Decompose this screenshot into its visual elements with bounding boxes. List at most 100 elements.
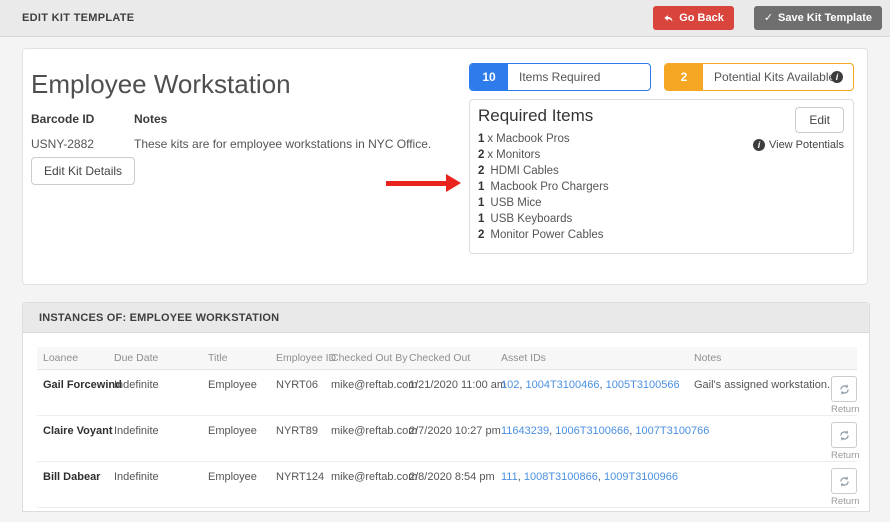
- notes-value: These kits are for employee workstations…: [134, 137, 432, 151]
- items-required-box[interactable]: 10 Items Required: [469, 63, 651, 91]
- instances-table: Loanee Due Date Title Employee ID Checked Ou…: [37, 347, 860, 508]
- return-label: Return: [831, 450, 860, 461]
- item-qty: 2: [478, 149, 485, 161]
- instances-panel: INSTANCES OF: EMPLOYEE WORKSTATION Loane…: [22, 302, 870, 512]
- cell-asset-ids: 102, 1004T3100466, 1005T3100566: [495, 369, 688, 416]
- return-button[interactable]: [831, 422, 857, 448]
- cell-due-date: Indefinite: [108, 461, 202, 508]
- potential-kits-box[interactable]: 2 Potential Kits Available i: [664, 63, 854, 91]
- cell-notes: Gail's assigned workstation.: [688, 369, 831, 416]
- cell-notes: [688, 461, 831, 508]
- cell-title: Employee: [202, 461, 270, 508]
- asset-id-link[interactable]: 1004T3100466: [525, 379, 599, 391]
- table-row: Bill Dabear Indefinite Employee NYRT124 …: [37, 461, 860, 508]
- edit-required-items-button[interactable]: Edit: [795, 107, 844, 133]
- table-row: Claire Voyant Indefinite Employee NYRT89…: [37, 415, 860, 462]
- required-items-panel: Required Items Edit i View Potentials 1x…: [469, 99, 854, 254]
- return-sync-icon: [838, 475, 851, 488]
- cell-actions: Return: [831, 415, 860, 462]
- required-item: 2 HDMI Cables: [478, 163, 609, 179]
- column-header: Notes: [688, 347, 831, 370]
- page-title: EDIT KIT TEMPLATE: [22, 12, 135, 24]
- cell-employee-id: NYRT124: [270, 461, 325, 508]
- save-kit-template-button[interactable]: ✓ Save Kit Template: [753, 6, 882, 30]
- view-potentials-label: View Potentials: [768, 139, 844, 151]
- asset-id-link[interactable]: 102: [501, 379, 519, 391]
- notes-label: Notes: [134, 112, 168, 126]
- cell-title: Employee: [202, 415, 270, 462]
- item-name: Monitors: [496, 149, 541, 161]
- item-qty: 2: [478, 229, 485, 241]
- info-icon[interactable]: i: [831, 71, 843, 83]
- kit-template-card: Employee Workstation Barcode ID Notes US…: [22, 48, 868, 285]
- asset-id-link[interactable]: 1008T3100866: [524, 471, 598, 483]
- cell-title: Employee: [202, 369, 270, 416]
- return-button[interactable]: [831, 468, 857, 494]
- info-icon: i: [752, 139, 765, 151]
- asset-id-link[interactable]: 1006T3100666: [555, 425, 629, 437]
- column-header: Checked Out: [403, 347, 495, 370]
- item-qty: 2: [478, 165, 485, 177]
- required-item: 2 x Monitors: [478, 147, 609, 163]
- kit-title: Employee Workstation: [31, 69, 291, 99]
- item-qty: 1: [478, 197, 485, 209]
- cell-checked-out-by: mike@reftab.com: [325, 461, 417, 508]
- item-name: Monitor Power Cables: [490, 229, 604, 241]
- required-item: 2 Monitor Power Cables: [478, 227, 609, 243]
- item-qty: 1: [478, 133, 485, 145]
- item-name: USB Keyboards: [490, 213, 573, 225]
- cell-due-date: Indefinite: [108, 369, 202, 416]
- go-back-button[interactable]: Go Back: [653, 6, 734, 30]
- asset-id-link[interactable]: 1005T3100566: [606, 379, 680, 391]
- cell-loanee: Bill Dabear: [37, 461, 108, 508]
- items-required-label: Items Required: [519, 70, 601, 84]
- column-header: Asset IDs: [495, 347, 688, 370]
- cell-checked-out: 2/7/2020 10:27 pm: [403, 415, 501, 462]
- asset-id-link[interactable]: 11643239: [501, 425, 549, 437]
- cell-loanee: Gail Forcewind: [37, 369, 122, 416]
- required-item: 1 Macbook Pro Chargers: [478, 179, 609, 195]
- return-label: Return: [831, 404, 860, 415]
- asset-id-link[interactable]: 1009T3100966: [604, 471, 678, 483]
- required-items-list: 1 x Macbook Pros 2 x Monitors 2 HDMI Cables 1…: [478, 131, 609, 243]
- column-header: Title: [202, 347, 270, 370]
- cell-actions: Return: [831, 369, 860, 416]
- edit-kit-details-button[interactable]: Edit Kit Details: [31, 157, 136, 185]
- view-potentials-link[interactable]: i View Potentials: [752, 139, 844, 151]
- table-body: Gail Forcewind Indefinite Employee NYRT0…: [37, 369, 860, 508]
- cell-checked-out-by: mike@reftab.com: [325, 369, 417, 416]
- asset-id-link[interactable]: 1007T3100766: [635, 425, 709, 437]
- asset-id-link[interactable]: 111: [501, 471, 518, 483]
- cell-asset-ids: 11643239, 1006T3100666, 1007T3100766: [495, 415, 709, 462]
- topbar-actions: Go Back ✓ Save Kit Template: [653, 6, 882, 30]
- items-required-count: 10: [470, 64, 508, 90]
- cell-due-date: Indefinite: [108, 415, 202, 462]
- column-header: Loanee: [37, 347, 108, 370]
- potential-kits-label: Potential Kits Available: [714, 70, 836, 84]
- cell-notes: [688, 415, 831, 462]
- item-separator: x: [487, 133, 494, 145]
- column-header: [831, 347, 857, 370]
- cell-actions: Return: [831, 461, 860, 508]
- return-label: Return: [831, 496, 860, 507]
- red-arrow-annotation: [386, 174, 461, 192]
- item-name: Macbook Pro Chargers: [490, 181, 609, 193]
- required-item: 1 USB Keyboards: [478, 211, 609, 227]
- table-header-row: Loanee Due Date Title Employee ID Checked Ou…: [37, 347, 857, 370]
- cell-checked-out: 2/8/2020 8:54 pm: [403, 461, 495, 508]
- item-name: HDMI Cables: [490, 165, 559, 177]
- arrow-shaft: [386, 180, 446, 186]
- asset-id-links: 11643239, 1006T3100666, 1007T3100766: [501, 425, 710, 437]
- return-sync-icon: [838, 429, 851, 442]
- cell-employee-id: NYRT06: [270, 369, 325, 416]
- instances-body: Loanee Due Date Title Employee ID Checked Ou…: [23, 333, 869, 522]
- return-button[interactable]: [831, 376, 857, 402]
- arrow-head: [446, 174, 461, 192]
- required-item: 1 USB Mice: [478, 195, 609, 211]
- item-name: Macbook Pros: [496, 133, 570, 145]
- column-header: Checked Out By: [325, 347, 407, 370]
- instances-title: INSTANCES OF: EMPLOYEE WORKSTATION: [23, 303, 869, 333]
- item-qty: 1: [478, 213, 485, 225]
- item-separator: x: [487, 149, 494, 161]
- barcode-id-value: USNY-2882: [31, 137, 94, 151]
